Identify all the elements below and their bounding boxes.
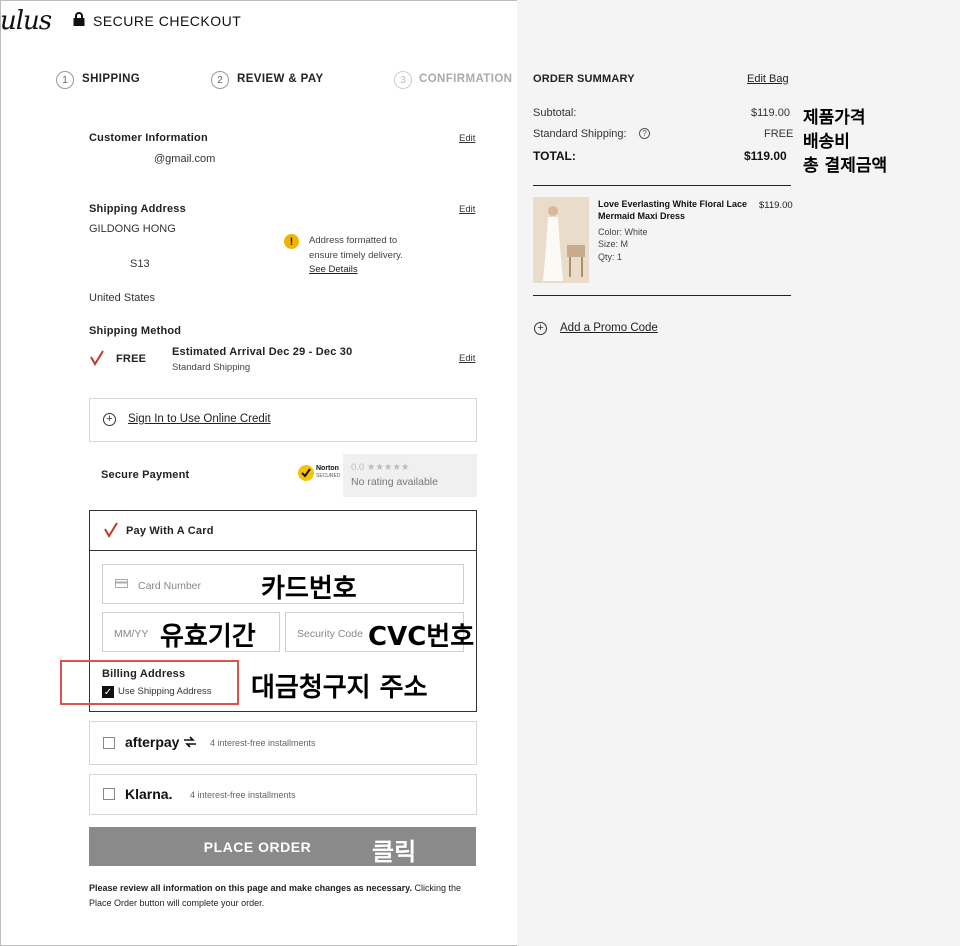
secure-checkout-title: SECURE CHECKOUT bbox=[93, 13, 242, 29]
place-order-disclaimer: Please review all information on this pa… bbox=[89, 881, 479, 911]
shipping-cost-value: FREE bbox=[764, 128, 794, 140]
disclaimer-bold: Please review all information on this pa… bbox=[89, 883, 412, 893]
step-confirmation: CONFIRMATION bbox=[419, 73, 513, 85]
norton-badge[interactable]: Norton SECURED bbox=[297, 460, 342, 488]
shipping-method-heading: Shipping Method bbox=[89, 325, 182, 337]
customer-edit-link[interactable]: Edit bbox=[459, 133, 475, 144]
product-name-line1[interactable]: Love Everlasting White Floral Lace bbox=[598, 199, 747, 209]
klarna-checkbox[interactable] bbox=[103, 788, 115, 800]
plus-circle-icon: + bbox=[534, 322, 547, 335]
klarna-note: 4 interest-free installments bbox=[190, 790, 296, 800]
annotation-total-amount: 총 결제금액 bbox=[803, 156, 888, 176]
annotation-shipping-fee: 배송비 bbox=[803, 132, 850, 152]
subtotal-label: Subtotal: bbox=[533, 107, 577, 119]
add-promo-code-link[interactable]: Add a Promo Code bbox=[560, 322, 658, 334]
step-1-number: 1 bbox=[56, 71, 74, 89]
help-icon[interactable]: ? bbox=[639, 128, 650, 139]
no-rating-text: No rating available bbox=[351, 476, 438, 488]
summary-divider-bottom bbox=[533, 295, 791, 296]
secure-payment-heading: Secure Payment bbox=[101, 469, 190, 481]
sign-in-online-credit-link[interactable]: Sign In to Use Online Credit bbox=[128, 413, 271, 425]
lock-icon bbox=[73, 12, 85, 26]
brand-logo[interactable]: ulus bbox=[0, 6, 52, 36]
total-label: TOTAL: bbox=[533, 149, 576, 163]
product-color: Color: White bbox=[598, 227, 648, 237]
rating-stars: 0.0 ★★★★★ bbox=[351, 462, 410, 473]
place-order-label: PLACE ORDER bbox=[203, 838, 312, 855]
shipping-cost-label: Standard Shipping: bbox=[533, 128, 627, 140]
afterpay-checkbox[interactable] bbox=[103, 737, 115, 749]
subtotal-value: $119.00 bbox=[751, 107, 790, 119]
norton-label: Norton bbox=[316, 465, 339, 472]
address-notice-line2: ensure timely delivery. bbox=[309, 250, 403, 261]
shipping-method-edit-link[interactable]: Edit bbox=[459, 353, 475, 364]
see-details-link[interactable]: See Details bbox=[309, 264, 358, 275]
security-code-placeholder: Security Code bbox=[297, 628, 363, 640]
step-review-pay[interactable]: REVIEW & PAY bbox=[237, 73, 324, 85]
norton-check-icon bbox=[298, 465, 314, 481]
shipping-address-line: S13 bbox=[130, 258, 150, 270]
credit-card-icon bbox=[115, 579, 128, 588]
pay-with-card-label[interactable]: Pay With A Card bbox=[126, 525, 214, 537]
billing-annotation-box bbox=[60, 660, 239, 705]
checkmark-icon bbox=[104, 522, 118, 538]
annotation-billing: 대금청구지 주소 bbox=[251, 673, 428, 703]
step-shipping[interactable]: SHIPPING bbox=[82, 73, 140, 85]
annotation-product-price: 제품가격 bbox=[803, 108, 866, 128]
norton-secured-label: SECURED bbox=[316, 473, 341, 479]
annotation-click: 클릭 bbox=[372, 838, 417, 866]
shipping-country: United States bbox=[89, 292, 156, 304]
estimated-arrival: Estimated Arrival Dec 29 - Dec 30 bbox=[172, 346, 353, 358]
total-value: $119.00 bbox=[744, 149, 787, 163]
card-box-divider bbox=[89, 550, 477, 551]
customer-info-heading: Customer Information bbox=[89, 132, 208, 144]
order-summary-heading: ORDER SUMMARY bbox=[533, 73, 635, 85]
place-order-button[interactable]: PLACE ORDER bbox=[89, 827, 476, 866]
shipping-address-heading: Shipping Address bbox=[89, 203, 186, 215]
product-price: $119.00 bbox=[759, 200, 793, 211]
shipping-method-price: FREE bbox=[116, 353, 147, 365]
customer-email: @gmail.com bbox=[154, 153, 216, 165]
card-number-placeholder: Card Number bbox=[138, 580, 202, 592]
annotation-expiry: 유효기간 bbox=[160, 622, 256, 652]
address-notice-line1: Address formatted to bbox=[309, 235, 398, 246]
order-summary-panel bbox=[517, 0, 960, 946]
product-thumbnail[interactable] bbox=[533, 197, 589, 283]
annotation-cvc: CVC번호 bbox=[368, 622, 475, 652]
shipping-name: GILDONG HONG bbox=[89, 223, 176, 235]
expiry-placeholder: MM/YY bbox=[114, 628, 149, 640]
product-qty: Qty: 1 bbox=[598, 252, 623, 262]
klarna-logo: Klarna. bbox=[125, 786, 173, 802]
edit-bag-link[interactable]: Edit Bag bbox=[747, 73, 789, 85]
shipping-type: Standard Shipping bbox=[172, 362, 251, 373]
shipping-address-edit-link[interactable]: Edit bbox=[459, 204, 475, 215]
step-3-number: 3 bbox=[394, 71, 412, 89]
checkmark-icon bbox=[90, 350, 104, 366]
annotation-card-number: 카드번호 bbox=[261, 574, 357, 604]
step-2-number: 2 bbox=[211, 71, 229, 89]
afterpay-note: 4 interest-free installments bbox=[210, 738, 316, 748]
summary-divider-top bbox=[533, 185, 791, 186]
plus-circle-icon: + bbox=[103, 413, 116, 426]
product-size: Size: M bbox=[598, 239, 629, 249]
warning-icon: ! bbox=[284, 234, 299, 249]
afterpay-arrows-icon bbox=[184, 736, 196, 748]
afterpay-logo: afterpay bbox=[125, 734, 180, 750]
product-name-line2[interactable]: Mermaid Maxi Dress bbox=[598, 211, 685, 221]
